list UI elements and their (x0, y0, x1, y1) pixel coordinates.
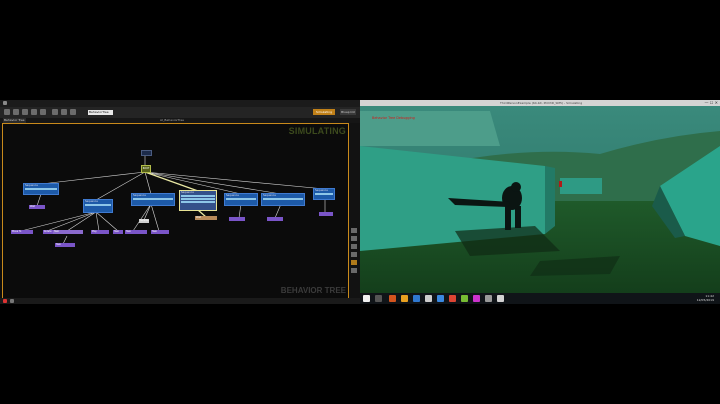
windows-start-icon[interactable] (363, 295, 370, 302)
blackboard-icon[interactable] (351, 236, 357, 241)
composite-label: Sequence (25, 184, 38, 187)
unreal-logo-icon (3, 101, 7, 105)
task-node[interactable]: Task (125, 230, 147, 234)
composite-service-strip (181, 201, 215, 203)
composite-label: Sequence (315, 189, 328, 192)
distant-wall (560, 178, 602, 194)
app-icon[interactable] (473, 295, 480, 302)
wall-block-side (545, 166, 555, 234)
blueprint-button[interactable]: Blueprint (340, 109, 356, 115)
entry-node[interactable] (141, 150, 152, 156)
task-node[interactable]: Rotate (43, 230, 53, 234)
game-window: ThirdPersonExample (64-bit, PCD3D_SM5) -… (360, 100, 720, 304)
task-node[interactable]: Task (113, 230, 123, 234)
browse-icon[interactable] (13, 109, 19, 115)
editor-window: BehaviorTree Simulating Blueprint Behavi… (0, 100, 360, 304)
debug-overlay-text: Behavior Tree Debugging (372, 116, 415, 120)
clock-date: 12/05/2019 (696, 297, 714, 302)
graph-wires (20, 155, 326, 245)
game-scene (360, 106, 720, 293)
composite-label: Sequence (85, 200, 98, 203)
active-task-node[interactable]: Wait (195, 216, 217, 220)
composite-service-strip (25, 188, 57, 190)
composite-node[interactable]: Sequence (83, 199, 113, 213)
task-node[interactable]: Task (53, 230, 83, 234)
browser-icon[interactable] (413, 295, 420, 302)
search-icon[interactable] (375, 295, 382, 302)
composite-label: Sequence (181, 191, 194, 194)
composite-node[interactable]: Sequence (261, 193, 305, 206)
composite-node[interactable]: Sequence (23, 183, 59, 195)
folder-icon[interactable] (401, 295, 408, 302)
step-icon[interactable] (70, 109, 76, 115)
window-controls[interactable]: — ☐ ✕ (705, 101, 718, 105)
app-icon[interactable] (461, 295, 468, 302)
crosshair-target (559, 181, 562, 187)
composite-service-strip (133, 198, 173, 200)
settings-icon[interactable] (351, 252, 357, 257)
task-node[interactable] (267, 217, 283, 221)
composite-service-strip (85, 204, 111, 206)
task-node[interactable]: Task (151, 230, 169, 234)
layers-icon[interactable] (351, 268, 357, 273)
composite-service-strip (263, 198, 303, 200)
behavior-tree-graph[interactable]: SIMULATING BEHAVIOR TREE ROOT Sequence S… (2, 123, 349, 300)
new-task-icon[interactable] (22, 109, 28, 115)
windows-start-icon[interactable] (3, 299, 7, 303)
root-node[interactable]: ROOT (141, 165, 151, 173)
search-icon[interactable] (351, 244, 357, 249)
app-icon[interactable] (485, 295, 492, 302)
vs-icon[interactable] (437, 295, 444, 302)
editor-titlebar (0, 100, 360, 107)
new-service-icon[interactable] (40, 109, 46, 115)
new-decorator-icon[interactable] (31, 109, 37, 115)
task-node[interactable] (319, 212, 333, 216)
app-icon[interactable] (389, 295, 396, 302)
task-node[interactable]: Wait (29, 205, 45, 209)
task-node[interactable]: Move To (11, 230, 33, 234)
search-icon[interactable] (10, 299, 14, 303)
task-node[interactable] (229, 217, 245, 221)
composite-node[interactable]: Sequence (313, 188, 335, 200)
composite-service-strip (181, 195, 215, 197)
task-node[interactable]: Play (91, 230, 109, 234)
composite-service-strip (226, 198, 256, 200)
save-icon[interactable] (4, 109, 10, 115)
windows-taskbar: 11:42 12/05/2019 (360, 293, 720, 304)
service-node[interactable]: Service (139, 219, 149, 223)
composite-node[interactable]: Sequence (224, 193, 258, 206)
game-viewport[interactable]: Behavior Tree Debugging (360, 106, 720, 293)
composite-service-strip (315, 193, 333, 195)
editor-statusbar (0, 298, 360, 304)
task-node[interactable]: Task (55, 243, 75, 247)
composite-service-strip (181, 198, 215, 200)
editor-toolbar: BehaviorTree Simulating Blueprint (0, 107, 360, 118)
active-composite-node[interactable]: Sequence (179, 190, 217, 211)
debug-icon[interactable] (351, 260, 357, 265)
unreal-icon[interactable] (425, 295, 432, 302)
media-icon[interactable] (449, 295, 456, 302)
composite-label: Sequence (263, 194, 276, 197)
simulating-button[interactable]: Simulating (313, 109, 335, 115)
composite-node[interactable]: Sequence (131, 193, 175, 206)
play-icon[interactable] (52, 109, 58, 115)
search-input[interactable]: BehaviorTree (88, 110, 113, 115)
composite-label: Sequence (226, 194, 239, 197)
pause-icon[interactable] (61, 109, 67, 115)
taskbar-clock[interactable]: 11:42 12/05/2019 (696, 294, 714, 302)
editor-side-toolbar (349, 123, 360, 298)
details-icon[interactable] (351, 228, 357, 233)
app-icon[interactable] (497, 295, 504, 302)
composite-label: Sequence (133, 194, 146, 197)
